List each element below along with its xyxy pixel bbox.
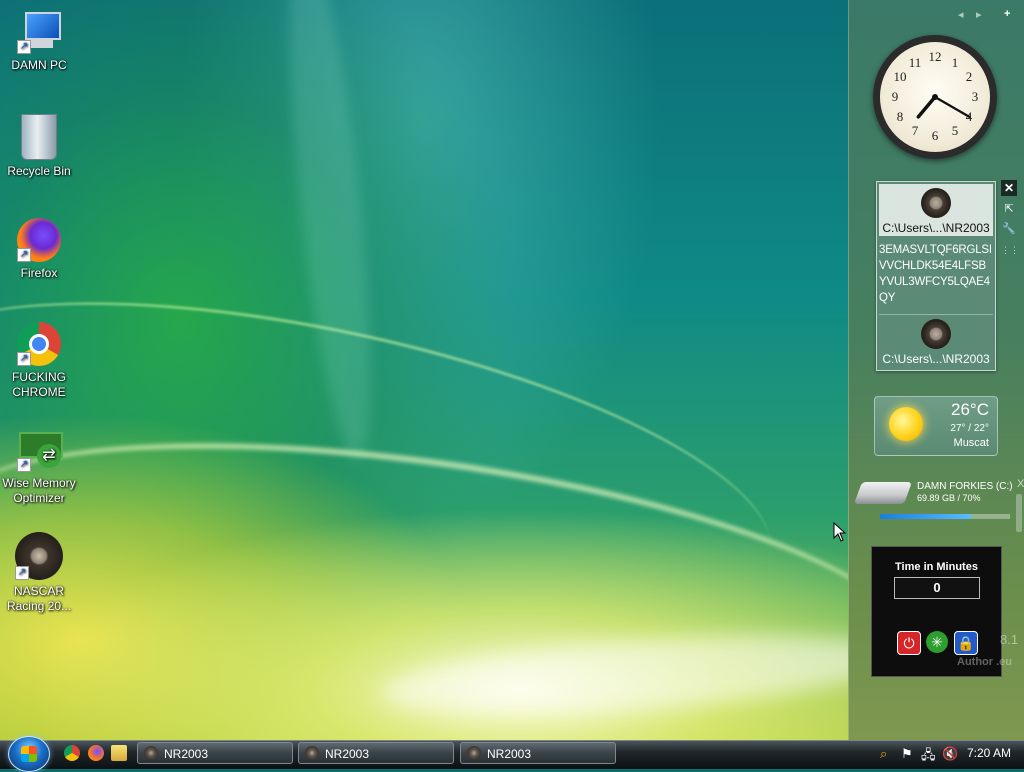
weather-city: Muscat (953, 437, 989, 449)
quick-launch-explorer-icon[interactable] (111, 745, 127, 761)
task-label: NR2003 (487, 747, 532, 761)
taskbar-task-nr2003[interactable]: NR2003 (137, 742, 293, 764)
desktop-icon-label-line1: NASCAR (13, 584, 64, 598)
quick-launch-firefox-icon[interactable] (88, 745, 104, 761)
drive-gadget-close-button[interactable]: X (1017, 478, 1024, 490)
windows-logo-icon (21, 746, 37, 762)
desktop-icon-label-line1: FUCKING (12, 370, 66, 384)
drive-usage-fill (880, 514, 971, 519)
desktop-icon-wise-memory-optimizer[interactable]: ⇄ ↗ Wise Memory Optimizer (1, 428, 77, 506)
clock-gadget[interactable]: 12 1 2 3 4 5 6 7 8 9 10 11 (873, 35, 997, 159)
desktop-icon-label: Recycle Bin (7, 164, 71, 178)
desktop-icon-label-line2: CHROME (12, 385, 66, 399)
file-path: C:\Users\...\NR2003 (882, 221, 990, 235)
action-center-flag-icon[interactable]: ⚑ (901, 746, 913, 762)
tire-icon (921, 188, 951, 218)
desktop-icon-label-line1: Wise Memory (2, 476, 76, 490)
shortcut-arrow-icon: ↗ (15, 566, 29, 580)
desktop-icon-label-line2: Optimizer (13, 491, 65, 505)
task-label: NR2003 (164, 747, 209, 761)
quick-launch-chrome-icon[interactable] (64, 745, 80, 761)
lock-icon[interactable]: 🔒 (954, 631, 978, 655)
file-item-selected[interactable]: C:\Users\...\NR2003 (879, 184, 993, 236)
sidebar-add-gadget-button[interactable]: + (1004, 8, 1010, 20)
volume-muted-icon[interactable]: 🔇 (942, 746, 958, 762)
drive-meter-gadget[interactable]: DAMN FORKIES (C:) 69.89 GB / 70% (853, 474, 1014, 522)
memory-optimizer-icon: ⇄ ↗ (17, 428, 63, 472)
file-item[interactable]: C:\Users\...\NR2003 (879, 314, 993, 367)
shortcut-arrow-icon: ↗ (17, 352, 31, 366)
shutdown-power-icon[interactable]: ⏻ (897, 631, 921, 655)
system-tray: ⌕ ⚑ 🖧 🔇 7:20 AM (872, 740, 1024, 768)
timer-version: 8.1 (1000, 632, 1019, 647)
tire-icon (467, 746, 481, 760)
computer-icon: ↗ (17, 10, 61, 54)
drive-gadget-scrollbar[interactable] (1016, 494, 1022, 532)
taskbar-task-nr2003[interactable]: NR2003 (298, 742, 454, 764)
sunny-icon (889, 407, 923, 441)
tire-icon (305, 746, 319, 760)
desktop-wallpaper (0, 0, 848, 740)
shortcut-arrow-icon: ↗ (17, 248, 31, 262)
desktop-icon-nascar-racing[interactable]: ↗ NASCAR Racing 20... (1, 532, 77, 614)
desktop-icon-label: Firefox (20, 266, 58, 280)
file-note-text: 3EMASVLTQF6RGLSIVVCHLDK54E4LFSBYVUL3WFCY… (879, 244, 992, 304)
start-button[interactable] (8, 736, 50, 772)
shortcut-arrow-icon: ↗ (17, 458, 31, 472)
chrome-icon: ↗ (17, 322, 61, 366)
gadget-options-icon[interactable]: 🔧 (1001, 221, 1017, 237)
file-path: C:\Users\...\NR2003 (882, 352, 990, 366)
mouse-cursor-icon (833, 522, 847, 542)
sidebar-prev-button[interactable]: ◂ (958, 8, 964, 21)
timer-title: Time in Minutes (895, 561, 978, 573)
desktop-icon-label-line2: Racing 20... (6, 599, 72, 613)
restart-icon[interactable]: ✳ (926, 631, 948, 653)
drive-name: DAMN FORKIES (C:) (917, 481, 1013, 492)
firefox-icon: ↗ (17, 218, 61, 262)
desktop-icon-chrome[interactable]: ↗ FUCKING CHROME (1, 322, 77, 400)
drive-usage-bar (880, 514, 1010, 519)
search-icon[interactable]: ⌕ (880, 746, 887, 762)
gadget-popout-button[interactable]: ⇱ (1001, 201, 1017, 217)
clock-time[interactable]: 7:20 AM (967, 746, 1011, 760)
recycle-bin-icon (21, 114, 57, 160)
shortcut-arrow-icon: ↗ (17, 40, 31, 54)
weather-gadget[interactable]: 26°C 27° / 22° Muscat (874, 396, 998, 456)
task-label: NR2003 (325, 747, 370, 761)
tire-icon (144, 746, 158, 760)
hard-drive-icon (853, 482, 913, 504)
tire-icon: ↗ (15, 532, 63, 580)
gadget-drag-handle[interactable]: ⋮⋮ (1001, 242, 1019, 258)
taskbar-task-nr2003[interactable]: NR2003 (460, 742, 616, 764)
desktop-icon-label: DAMN PC (11, 58, 67, 72)
desktop-icon-recycle-bin[interactable]: Recycle Bin (1, 114, 77, 179)
weather-range: 27° / 22° (950, 423, 989, 434)
timer-minutes-input[interactable]: 0 (894, 577, 980, 599)
tire-icon (921, 319, 951, 349)
network-icon[interactable]: 🖧 (921, 746, 936, 768)
timer-author: Author .eu (957, 656, 1012, 668)
desktop-icon-damn-pc[interactable]: ↗ DAMN PC (1, 10, 77, 73)
drive-usage: 69.89 GB / 70% (917, 493, 981, 503)
weather-temperature: 26°C (951, 400, 989, 419)
desktop-icon-firefox[interactable]: ↗ Firefox (1, 218, 77, 281)
files-gadget: C:\Users\...\NR2003 3EMASVLTQF6RGLSIVVCH… (876, 181, 996, 371)
sidebar-next-button[interactable]: ▸ (976, 8, 982, 21)
gadget-close-button[interactable]: ✕ (1001, 180, 1017, 196)
clock-hands (916, 94, 971, 119)
